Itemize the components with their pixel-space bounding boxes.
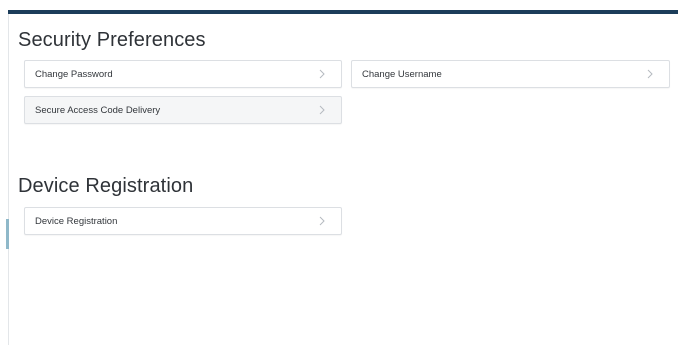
secure-access-code-delivery-button[interactable]: Secure Access Code Delivery [24,96,342,124]
change-password-button[interactable]: Change Password [24,60,342,88]
change-password-label: Change Password [35,68,113,80]
chevron-right-icon [317,104,327,116]
change-username-button[interactable]: Change Username [351,60,670,88]
chevron-right-icon [645,68,655,80]
panel-resize-handle[interactable] [6,219,9,249]
chevron-right-icon [317,68,327,80]
settings-page: Security Preferences Change Password Cha… [0,0,678,345]
device-registration-label: Device Registration [35,215,118,227]
change-username-label: Change Username [362,68,442,80]
chevron-right-icon [317,215,327,227]
device-registration-button[interactable]: Device Registration [24,207,342,235]
left-panel-border [8,14,9,345]
header-bar [8,10,678,14]
device-registration-heading: Device Registration [18,175,194,197]
security-preferences-heading: Security Preferences [18,29,206,51]
secure-access-code-delivery-label: Secure Access Code Delivery [35,104,161,116]
